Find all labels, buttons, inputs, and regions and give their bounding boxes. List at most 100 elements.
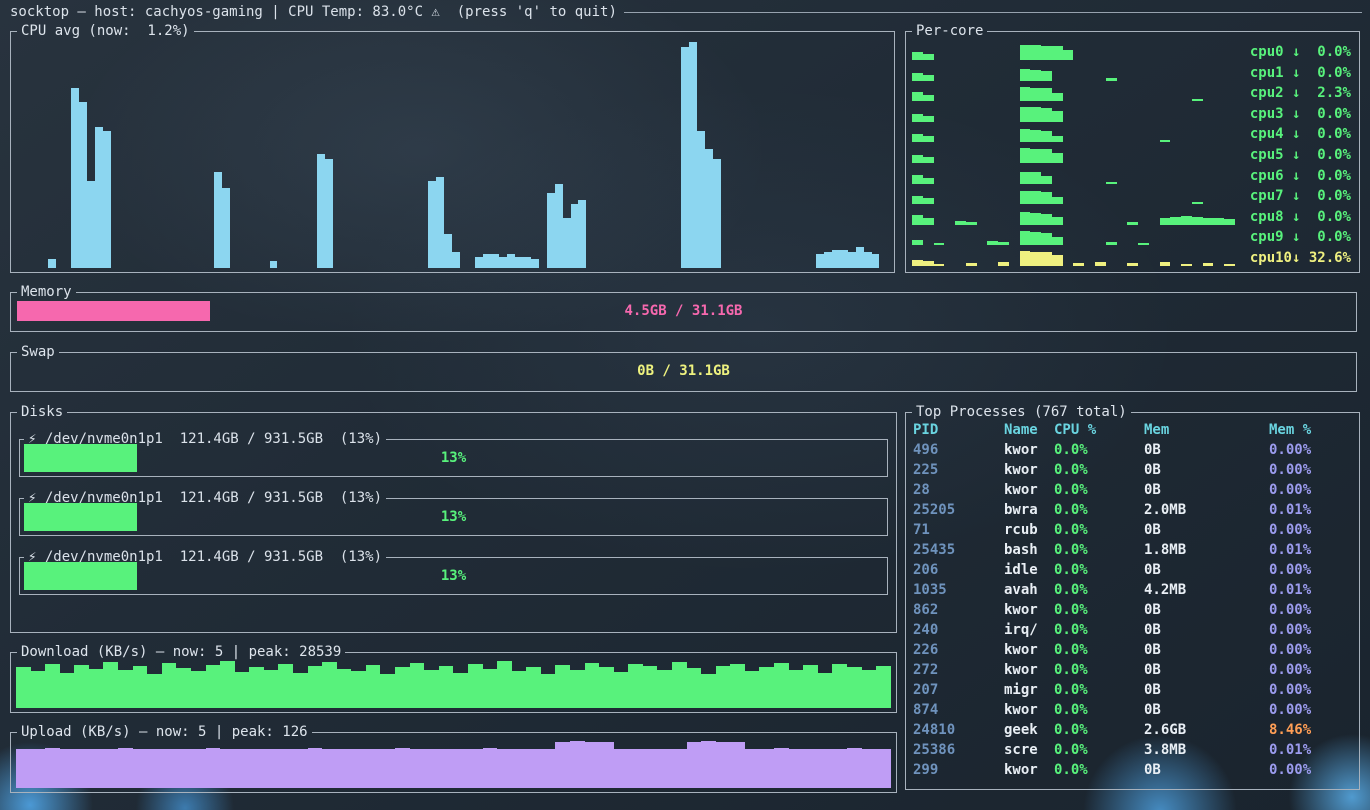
chart-bar xyxy=(687,668,702,708)
chart-bar xyxy=(923,95,934,101)
chart-bar xyxy=(483,669,498,708)
process-cell: 24810 xyxy=(913,720,1004,740)
terminal-window[interactable]: socktop — host: cachyos-gaming | CPU Tem… xyxy=(0,0,1370,810)
core-label: cpu1 ↓ 0.0% xyxy=(1245,65,1351,81)
core-spark-chart xyxy=(912,85,1235,101)
download-panel: Download (KB/s) — now: 5 | peak: 28539 xyxy=(10,652,897,713)
chart-bar xyxy=(912,134,923,143)
process-cell: 0.00% xyxy=(1269,560,1355,580)
chart-bar xyxy=(1052,93,1063,101)
chart-bar xyxy=(74,665,89,708)
core-label: cpu2 ↓ 2.3% xyxy=(1245,85,1351,101)
chart-bar xyxy=(818,673,833,708)
chart-bar xyxy=(523,257,531,268)
chart-bar xyxy=(351,749,366,788)
process-cell: 0.00% xyxy=(1269,480,1355,500)
process-cell: 0B xyxy=(1144,520,1269,540)
chart-bar xyxy=(912,260,923,266)
chart-bar xyxy=(923,116,934,122)
core-label: cpu7 ↓ 0.0% xyxy=(1245,188,1351,204)
chart-bar xyxy=(541,674,556,708)
chart-bar xyxy=(1020,148,1031,163)
process-row: 25386scre0.0%3.8MB0.01% xyxy=(913,740,1355,760)
process-cell: 8.46% xyxy=(1269,720,1355,740)
process-row: 240irq/0.0%0B0.00% xyxy=(913,620,1355,640)
chart-bar xyxy=(497,749,512,788)
process-header-cell: CPU % xyxy=(1054,420,1144,440)
process-cell: 0.0% xyxy=(1054,520,1144,540)
chart-bar xyxy=(547,193,555,268)
process-cell: kwor xyxy=(1004,700,1054,720)
chart-bar xyxy=(847,667,862,708)
process-row: 496kwor0.0%0B0.00% xyxy=(913,440,1355,460)
chart-bar xyxy=(1127,263,1138,266)
process-cell: 0.0% xyxy=(1054,600,1144,620)
process-cell: migr xyxy=(1004,680,1054,700)
process-row: 206idle0.0%0B0.00% xyxy=(913,560,1355,580)
chart-bar xyxy=(687,742,702,788)
core-row: cpu1 ↓ 0.0% xyxy=(912,62,1351,81)
title-bar: socktop — host: cachyos-gaming | CPU Tem… xyxy=(10,4,1362,20)
chart-bar xyxy=(864,252,872,268)
chart-bar xyxy=(555,665,570,708)
core-spark-chart xyxy=(912,126,1235,142)
chart-bar xyxy=(512,671,527,708)
process-cell: bash xyxy=(1004,540,1054,560)
chart-bar xyxy=(515,257,523,268)
core-label: cpu0 ↓ 0.0% xyxy=(1245,44,1351,60)
chart-bar xyxy=(934,264,945,266)
process-cell: 0.00% xyxy=(1269,460,1355,480)
chart-bar xyxy=(1181,264,1192,266)
process-cell: 0B xyxy=(1144,440,1269,460)
chart-bar xyxy=(264,749,279,788)
chart-bar xyxy=(789,749,804,788)
chart-bar xyxy=(526,749,541,788)
chart-bar xyxy=(222,188,230,268)
chart-bar xyxy=(31,671,46,708)
chart-bar xyxy=(380,674,395,708)
chart-bar xyxy=(1041,71,1052,81)
chart-bar xyxy=(847,748,862,788)
chart-bar xyxy=(912,240,923,246)
chart-bar xyxy=(955,221,966,225)
chart-bar xyxy=(89,749,104,788)
chart-bar xyxy=(468,664,483,708)
upload-history-chart xyxy=(16,739,891,788)
core-row: cpu7 ↓ 0.0% xyxy=(912,185,1351,204)
process-cell: 0.0% xyxy=(1054,620,1144,640)
chart-bar xyxy=(697,131,705,268)
process-row: 28kwor0.0%0B0.00% xyxy=(913,480,1355,500)
chart-bar xyxy=(366,749,381,788)
chart-bar xyxy=(789,670,804,708)
process-cell: 496 xyxy=(913,440,1004,460)
core-row: cpu2 ↓ 2.3% xyxy=(912,82,1351,101)
chart-bar xyxy=(832,664,847,708)
chart-bar xyxy=(876,749,891,788)
memory-gauge: 4.5GB / 31.1GB xyxy=(17,301,1350,321)
process-cell: 0.00% xyxy=(1269,520,1355,540)
chart-bar xyxy=(133,749,148,788)
chart-bar xyxy=(16,749,31,788)
chart-bar xyxy=(380,749,395,788)
chart-bar xyxy=(1041,252,1052,266)
process-row: 874kwor0.0%0B0.00% xyxy=(913,700,1355,720)
disk-item: ⚡ /dev/nvme0n1p1 121.4GB / 931.5GB (13%)… xyxy=(19,498,888,536)
chart-bar xyxy=(628,749,643,788)
chart-bar xyxy=(966,222,977,225)
core-label: cpu10↓ 32.6% xyxy=(1245,250,1351,266)
core-spark-chart xyxy=(912,188,1235,204)
process-cell: 25435 xyxy=(913,540,1004,560)
core-row: cpu6 ↓ 0.0% xyxy=(912,165,1351,184)
chart-bar xyxy=(103,749,118,788)
chart-bar xyxy=(657,670,672,708)
download-history-chart xyxy=(16,659,891,708)
chart-bar xyxy=(278,749,293,788)
chart-bar xyxy=(325,159,333,268)
process-row: 1035avah0.0%4.2MB0.01% xyxy=(913,580,1355,600)
chart-bar xyxy=(628,664,643,708)
process-row: 25205bwra0.0%2.0MB0.01% xyxy=(913,500,1355,520)
process-cell: rcub xyxy=(1004,520,1054,540)
chart-bar xyxy=(1030,70,1041,80)
chart-bar xyxy=(483,748,498,788)
chart-bar xyxy=(436,177,444,268)
